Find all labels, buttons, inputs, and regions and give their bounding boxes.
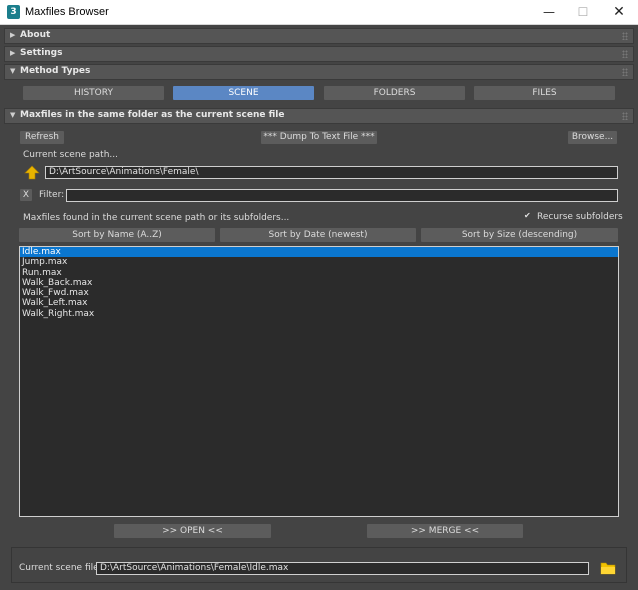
scene-path-field[interactable]: D:\ArtSource\Animations\Female\ [45, 166, 618, 179]
up-folder-button[interactable] [24, 165, 40, 180]
tab-scene[interactable]: SCENE [173, 86, 314, 100]
collapsed-arrow-icon: ▶ [10, 49, 16, 57]
expanded-arrow-icon: ▼ [10, 67, 16, 75]
rollout-title: Settings [20, 48, 63, 58]
current-file-field[interactable]: D:\ArtSource\Animations\Female\Idle.max [96, 562, 589, 575]
rollout-scene-folder[interactable]: ▼ Maxfiles in the same folder as the cur… [4, 108, 634, 124]
rollout-title: About [20, 30, 51, 40]
clear-filter-button[interactable]: X [20, 189, 32, 201]
merge-button[interactable]: >> MERGE << [367, 524, 523, 538]
sort-by-name-button[interactable]: Sort by Name (A..Z) [19, 228, 215, 242]
sort-by-date-button[interactable]: Sort by Date (newest) [220, 228, 416, 242]
folder-icon [600, 562, 616, 575]
found-files-label: Maxfiles found in the current scene path… [23, 213, 290, 223]
tab-folders[interactable]: FOLDERS [324, 86, 465, 100]
dump-to-text-file-button[interactable]: *** Dump To Text File *** [261, 131, 377, 144]
minimize-button[interactable]: — [532, 0, 566, 25]
current-file-label: Current scene file: [19, 563, 102, 573]
grip-icon [622, 112, 628, 120]
maximize-button[interactable]: ☐ [566, 0, 600, 25]
list-item[interactable]: Run.max [20, 268, 618, 278]
grip-icon [622, 32, 628, 40]
list-item[interactable]: Walk_Back.max [20, 278, 618, 288]
up-arrow-icon [24, 165, 40, 180]
list-item[interactable]: Idle.max [20, 247, 618, 258]
refresh-button[interactable]: Refresh [20, 131, 64, 144]
list-item[interactable]: Walk_Right.max [20, 309, 618, 319]
rollout-method-types[interactable]: ▼ Method Types [4, 64, 634, 80]
close-button[interactable]: ✕ [602, 0, 636, 25]
recurse-subfolders-checkbox[interactable]: ✔ Recurse subfolders [524, 211, 623, 223]
expanded-arrow-icon: ▼ [10, 111, 16, 119]
grip-icon [622, 68, 628, 76]
filter-label: Filter: [39, 190, 65, 200]
tab-history[interactable]: HISTORY [23, 86, 164, 100]
rollout-title: Maxfiles in the same folder as the curre… [20, 110, 285, 120]
tab-files[interactable]: FILES [474, 86, 615, 100]
title-bar: 3 Maxfiles Browser — ☐ ✕ [0, 0, 638, 25]
open-button[interactable]: >> OPEN << [114, 524, 271, 538]
browse-button[interactable]: Browse... [568, 131, 617, 144]
rollout-about[interactable]: ▶ About [4, 28, 634, 44]
open-folder-button[interactable] [599, 559, 617, 576]
rollout-settings[interactable]: ▶ Settings [4, 46, 634, 62]
window-title: Maxfiles Browser [25, 6, 109, 18]
list-item[interactable]: Walk_Fwd.max [20, 288, 618, 298]
collapsed-arrow-icon: ▶ [10, 31, 16, 39]
recurse-subfolders-label: Recurse subfolders [537, 212, 623, 222]
grip-icon [622, 50, 628, 58]
list-item[interactable]: Jump.max [20, 257, 618, 267]
scene-path-label: Current scene path... [23, 150, 118, 160]
list-item[interactable]: Walk_Left.max [20, 298, 618, 308]
file-list[interactable]: Idle.max Jump.max Run.max Walk_Back.max … [19, 246, 619, 517]
sort-by-size-button[interactable]: Sort by Size (descending) [421, 228, 618, 242]
checkmark-icon: ✔ [524, 211, 531, 220]
rollout-title: Method Types [20, 66, 91, 76]
filter-input[interactable] [66, 189, 618, 202]
app-icon: 3 [7, 5, 20, 19]
